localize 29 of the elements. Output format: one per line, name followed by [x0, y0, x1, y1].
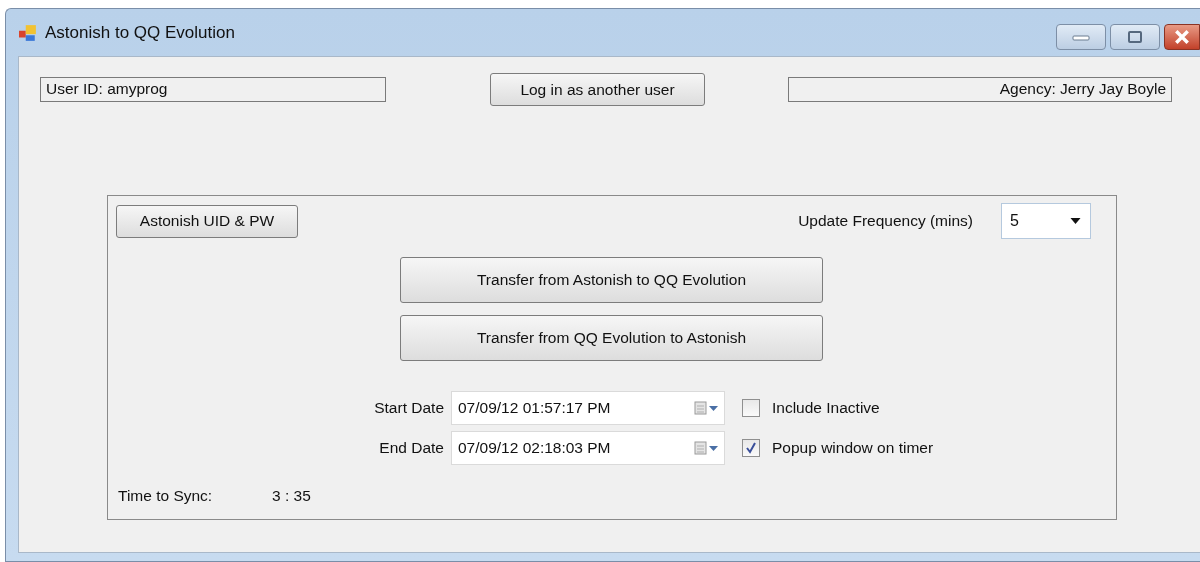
window-title: Astonish to QQ Evolution: [45, 22, 235, 43]
sync-countdown: 3 : 35: [272, 487, 311, 505]
maximize-button[interactable]: [1110, 24, 1160, 50]
dropdown-arrow-icon: [1070, 218, 1081, 224]
frequency-label: Update Frequency (mins): [798, 212, 973, 230]
login-button[interactable]: Log in as another user: [490, 73, 705, 106]
calendar-dropdown-icon: [694, 401, 720, 415]
minimize-button[interactable]: [1056, 24, 1106, 50]
user-id-field: User ID: amyprog: [40, 77, 386, 102]
date-label: Start Date: [373, 399, 444, 417]
checkbox[interactable]: [742, 439, 760, 457]
date-picker[interactable]: 07/09/12 02:18:03 PM: [451, 431, 725, 465]
app-icon: [19, 23, 37, 42]
calendar-dropdown-icon: [694, 441, 720, 455]
transfer-button[interactable]: Transfer from Astonish to QQ Evolution: [400, 257, 823, 303]
date-picker[interactable]: 07/09/12 01:57:17 PM: [451, 391, 725, 425]
minimize-icon: [1071, 32, 1091, 42]
frequency-dropdown[interactable]: 5: [1001, 203, 1091, 239]
checkbox-label: Include Inactive: [772, 399, 880, 417]
agency-field: Agency: Jerry Jay Boyle: [788, 77, 1172, 102]
restore-icon: [1128, 31, 1142, 43]
date-label: End Date: [378, 439, 444, 457]
close-icon: [1174, 30, 1190, 44]
transfer-button[interactable]: Transfer from QQ Evolution to Astonish: [400, 315, 823, 361]
close-button[interactable]: [1164, 24, 1200, 50]
sync-label: Time to Sync:: [118, 487, 214, 505]
credentials-button[interactable]: Astonish UID & PW: [116, 204, 298, 238]
checkbox[interactable]: [742, 399, 760, 417]
checkbox-label: Popup window on timer: [772, 439, 934, 457]
